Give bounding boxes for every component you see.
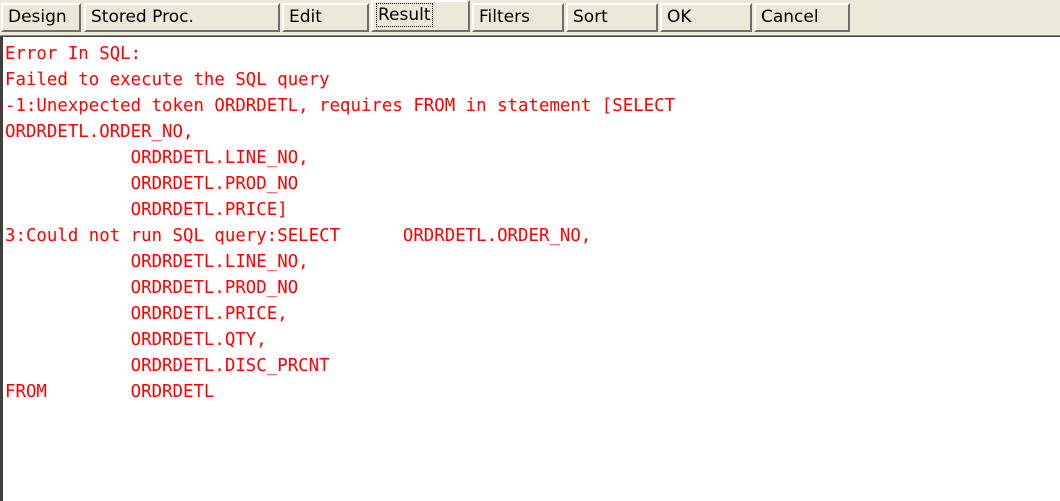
error-line: ORDRDETL.DISC_PRCNT: [5, 356, 330, 376]
query-window: Design Stored Proc. Edit Result Filters …: [0, 0, 1060, 501]
tab-stored-proc[interactable]: Stored Proc.: [84, 3, 280, 32]
ok-button[interactable]: OK: [660, 3, 752, 32]
tab-design[interactable]: Design: [1, 3, 81, 32]
tab-result-label: Result: [376, 3, 433, 27]
error-line: -1:Unexpected token ORDRDETL, requires F…: [5, 96, 676, 116]
error-line: ORDRDETL.ORDER_NO,: [5, 122, 194, 142]
error-line: ORDRDETL.LINE_NO,: [5, 148, 309, 168]
tab-sort-label: Sort: [573, 7, 608, 27]
error-line: ORDRDETL.PROD_NO: [5, 278, 299, 298]
error-line: Failed to execute the SQL query: [5, 70, 330, 90]
result-output-pane[interactable]: Error In SQL: Failed to execute the SQL …: [0, 36, 1060, 501]
error-line: ORDRDETL.PRICE]: [5, 200, 288, 220]
tab-edit[interactable]: Edit: [282, 3, 369, 32]
error-line: 3:Could not run SQL query:SELECT ORDRDET…: [5, 226, 592, 246]
error-line: ORDRDETL.PRICE,: [5, 304, 288, 324]
tab-sort[interactable]: Sort: [566, 3, 658, 32]
cancel-button-label: Cancel: [761, 7, 819, 27]
cancel-button[interactable]: Cancel: [754, 3, 850, 32]
tab-edit-label: Edit: [289, 7, 322, 27]
error-line: ORDRDETL.LINE_NO,: [5, 252, 309, 272]
tab-filters[interactable]: Filters: [472, 3, 564, 32]
tab-filters-label: Filters: [479, 7, 530, 27]
tab-stored-proc-label: Stored Proc.: [91, 7, 194, 27]
tab-bar: Design Stored Proc. Edit Result Filters …: [0, 0, 1060, 36]
tab-design-label: Design: [8, 7, 67, 27]
error-line: ORDRDETL.QTY,: [5, 330, 267, 350]
ok-button-label: OK: [667, 7, 692, 27]
tab-result[interactable]: Result: [371, 0, 470, 32]
error-line: Error In SQL:: [5, 44, 142, 64]
error-line: FROM ORDRDETL: [5, 382, 215, 402]
error-line: ORDRDETL.PROD_NO: [5, 174, 299, 194]
